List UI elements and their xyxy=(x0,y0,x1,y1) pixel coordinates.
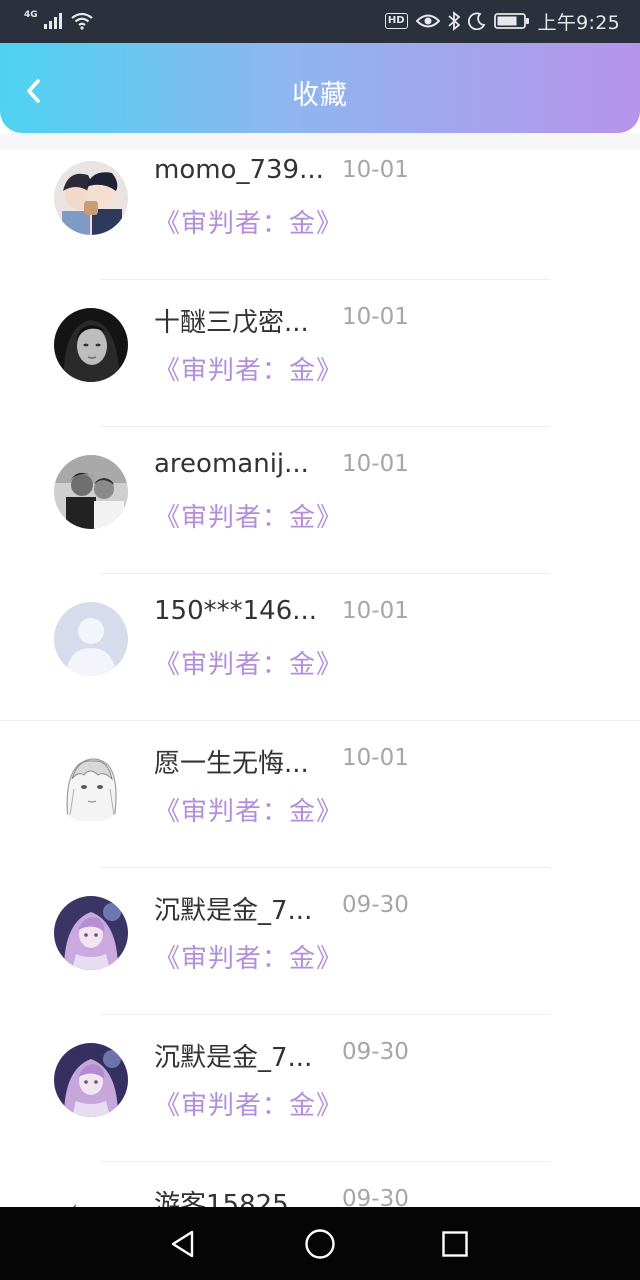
nickname: 沉默是金_7... xyxy=(154,896,313,926)
list-item[interactable]: 十醚三戊密... 10-01 《审判者：金》 xyxy=(0,280,640,427)
nickname: 愿一生无悔... xyxy=(154,749,309,779)
work-title[interactable]: 《审判者：金》 xyxy=(154,350,343,387)
avatar[interactable] xyxy=(54,455,128,529)
date-label: 10-01 xyxy=(342,745,409,771)
portrait-bw-avatar xyxy=(54,308,128,382)
battery-icon xyxy=(493,13,529,29)
nav-back-button[interactable] xyxy=(163,1224,203,1264)
date-label: 10-01 xyxy=(342,598,409,624)
system-nav-bar xyxy=(0,1207,640,1280)
status-bar: 4G HD 上午9:25 xyxy=(0,0,640,43)
nickname: 十醚三戊密... xyxy=(154,308,309,338)
avatar[interactable] xyxy=(54,749,128,823)
nickname: 游客15825... xyxy=(154,1190,314,1207)
clock-time: 上午9:25 xyxy=(537,11,620,34)
list-item[interactable]: 沉默是金_7... 09-30 《审判者：金》 xyxy=(0,1015,640,1162)
default-avatar xyxy=(54,602,128,676)
page-title: 收藏 xyxy=(292,80,348,111)
work-title[interactable]: 《审判者：金》 xyxy=(154,497,343,534)
list-item[interactable]: momo_739... 10-01 《审判者：金》 xyxy=(0,133,640,280)
list-item[interactable]: 游客15825... 09-30 xyxy=(0,1162,640,1207)
nickname: 150***146... xyxy=(154,596,318,626)
back-triangle-icon xyxy=(171,1230,194,1258)
avatar[interactable] xyxy=(54,308,128,382)
favorites-screen: 4G HD 上午9:25 收藏 momo_739... 10-01 《审判者：金… xyxy=(0,0,640,1280)
bluetooth-icon xyxy=(447,11,460,31)
nav-home-button[interactable] xyxy=(300,1224,340,1264)
moon-icon xyxy=(467,12,485,30)
partial-avatar xyxy=(54,1190,128,1207)
app-header: 收藏 xyxy=(0,43,640,133)
nickname: 沉默是金_7... xyxy=(154,1043,313,1073)
back-button[interactable] xyxy=(14,71,54,111)
avatar[interactable] xyxy=(54,161,128,235)
list-item[interactable]: areomanij... 10-01 《审判者：金》 xyxy=(0,427,640,574)
nav-recents-button[interactable] xyxy=(435,1224,475,1264)
list-item[interactable]: 沉默是金_7... 09-30 《审判者：金》 xyxy=(0,868,640,1015)
favorites-list[interactable]: momo_739... 10-01 《审判者：金》 十醚三戊密... 10-01 xyxy=(0,133,640,1207)
date-label: 09-30 xyxy=(342,892,409,918)
chevron-left-icon xyxy=(27,79,40,103)
anime-sketch-avatar xyxy=(54,749,128,823)
work-title[interactable]: 《审判者：金》 xyxy=(154,938,343,975)
wifi-icon xyxy=(70,12,93,30)
eye-icon xyxy=(415,14,440,28)
anime-couple-avatar xyxy=(54,161,128,235)
hd-badge: HD xyxy=(384,13,408,29)
date-label: 09-30 xyxy=(342,1186,409,1207)
anime-girl-avatar xyxy=(54,1043,128,1117)
work-title[interactable]: 《审判者：金》 xyxy=(154,644,343,681)
date-label: 10-01 xyxy=(342,451,409,477)
signal-icon xyxy=(43,13,62,29)
date-label: 10-01 xyxy=(342,304,409,330)
avatar[interactable] xyxy=(54,1190,128,1207)
couple-photo-avatar xyxy=(54,455,128,529)
avatar[interactable] xyxy=(54,602,128,676)
avatar[interactable] xyxy=(54,896,128,970)
work-title[interactable]: 《审判者：金》 xyxy=(154,1085,343,1122)
work-title[interactable]: 《审判者：金》 xyxy=(154,203,343,240)
network-type-label: 4G xyxy=(24,10,38,20)
work-title[interactable]: 《审判者：金》 xyxy=(154,791,343,828)
date-label: 09-30 xyxy=(342,1039,409,1065)
home-circle-icon xyxy=(305,1229,335,1259)
anime-girl-avatar xyxy=(54,896,128,970)
avatar[interactable] xyxy=(54,1043,128,1117)
list-item[interactable]: 150***146... 10-01 《审判者：金》 xyxy=(0,574,640,721)
date-label: 10-01 xyxy=(342,157,409,183)
recents-square-icon xyxy=(442,1231,468,1257)
list-item[interactable]: 愿一生无悔... 10-01 《审判者：金》 xyxy=(0,721,640,868)
nickname: areomanij... xyxy=(154,449,309,479)
nickname: momo_739... xyxy=(154,155,324,185)
